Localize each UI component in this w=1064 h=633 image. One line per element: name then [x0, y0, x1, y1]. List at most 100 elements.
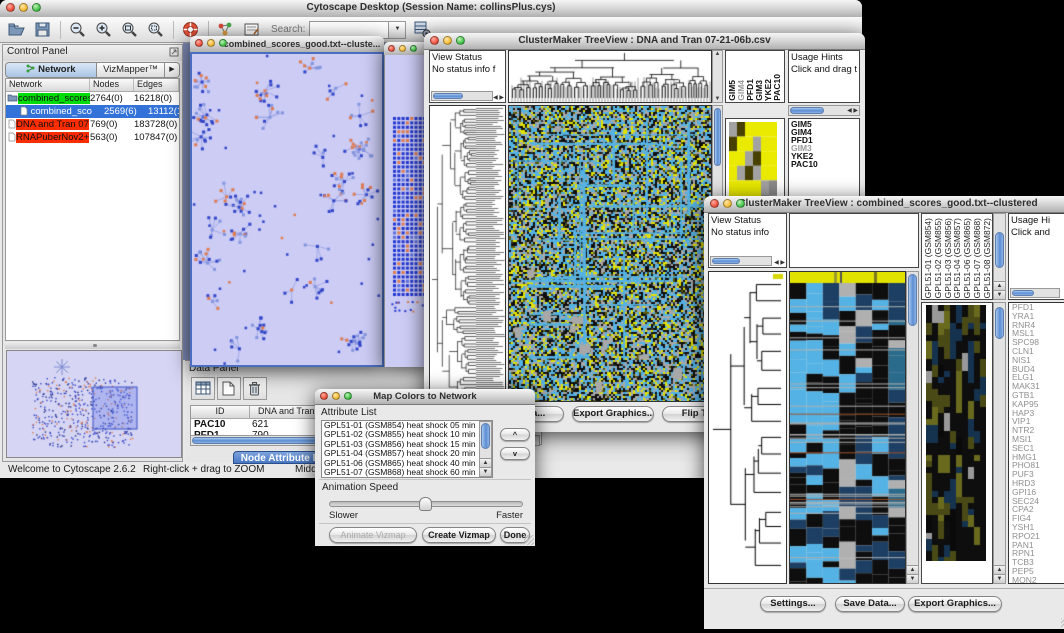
status-zoom-hint: Right-click + drag to ZOOM: [143, 464, 264, 475]
combined-zoom-panel[interactable]: [921, 302, 993, 584]
network-row-selected[interactable]: combined_sco 2569(6) 13112(15): [6, 105, 179, 118]
close-button[interactable]: [320, 392, 328, 400]
close-button[interactable]: [710, 199, 719, 208]
animate-vizmap-button: Animate Vizmap: [329, 527, 417, 543]
network-canvas[interactable]: [192, 54, 382, 365]
network-row[interactable]: combined_scores 2764(0) 16218(0): [6, 92, 179, 105]
column-labels-vscrollbar[interactable]: ▲▼: [993, 213, 1006, 300]
zoom-fit-icon[interactable]: [120, 20, 139, 39]
dna-column-dendrogram[interactable]: [508, 50, 712, 103]
zoom-in-icon[interactable]: [94, 20, 113, 39]
network-overview-canvas[interactable]: [7, 351, 179, 455]
dna-column-labels: GIM5 GIM4 PFD1 GIM3 YKE2 PAC10: [728, 52, 782, 101]
zoom-out-icon[interactable]: [68, 20, 87, 39]
dna-heatmap[interactable]: [508, 105, 712, 402]
view-status-hscrollbar[interactable]: [710, 256, 772, 266]
animation-speed-label: Animation Speed: [322, 482, 398, 493]
col-nodes[interactable]: Nodes: [90, 79, 134, 91]
search-label: Search:: [271, 24, 305, 35]
attribute-list-vscrollbar[interactable]: ▲▼: [479, 421, 492, 477]
close-button[interactable]: [6, 3, 15, 12]
network-overview-panel[interactable]: [6, 350, 182, 458]
combined-column-labels-panel: GPL51-01 (GSM854)GPL51-02 (GSM855)GPL51-…: [921, 213, 993, 300]
tab-overflow-button[interactable]: ▶: [165, 62, 180, 78]
dna-export-graphics-button[interactable]: Export Graphics...: [572, 406, 654, 422]
main-titlebar[interactable]: Cytoscape Desktop (Session Name: collins…: [0, 0, 862, 18]
usage-hints-text: Click and: [1009, 226, 1064, 238]
combined-heatmap[interactable]: [789, 271, 906, 584]
new-attribute-button[interactable]: [217, 377, 241, 400]
network-row[interactable]: DNA and Tran 07 769(0) 183728(0): [6, 118, 179, 131]
col-network[interactable]: Network: [6, 79, 90, 91]
view-status-hscrollbar[interactable]: [431, 91, 493, 101]
attribute-item[interactable]: GPL51-07 (GSM868) heat shock 60 min: [322, 468, 492, 477]
minimize-button[interactable]: [19, 3, 28, 12]
zoom-window-button[interactable]: [344, 392, 352, 400]
map-colors-dialog: Map Colors to Network Attribute List GPL…: [315, 389, 535, 546]
usage-hints-hscrollbar[interactable]: [1010, 288, 1060, 298]
close-button[interactable]: [195, 39, 203, 47]
toolbar-separator: [60, 21, 61, 39]
dna-row-dendrogram[interactable]: [429, 105, 506, 402]
close-button[interactable]: [430, 36, 439, 45]
control-panel-tabs: Network VizMapper™ ▶: [5, 62, 180, 78]
combined-heatmap-vscrollbar[interactable]: ▲▼: [906, 271, 919, 584]
create-vizmap-button[interactable]: Create Vizmap: [422, 527, 496, 543]
zoom-selected-icon[interactable]: [146, 20, 165, 39]
minimize-button[interactable]: [332, 392, 340, 400]
col-edges[interactable]: Edges: [134, 79, 179, 91]
save-data-button[interactable]: Save Data...: [835, 596, 905, 612]
new-document-icon: [222, 381, 235, 396]
settings-button[interactable]: Settings...: [760, 596, 826, 612]
zoom-window-button[interactable]: [736, 199, 745, 208]
slider-thumb[interactable]: [419, 497, 432, 511]
attribute-table-button[interactable]: [191, 377, 215, 400]
minimize-button[interactable]: [443, 36, 452, 45]
treeview-combined-window: ClusterMaker TreeView : combined_scores_…: [704, 196, 1064, 628]
minimize-button[interactable]: [207, 39, 215, 47]
zoom-window-button[interactable]: [456, 36, 465, 45]
move-up-button[interactable]: ^: [500, 428, 530, 441]
export-graphics-button[interactable]: Export Graphics...: [908, 596, 1002, 612]
scroll-arrows[interactable]: ◀ ▶: [493, 94, 504, 101]
document-icon: [8, 132, 16, 142]
treeview-dna-titlebar[interactable]: ClusterMaker TreeView : DNA and Tran 07-…: [424, 33, 865, 50]
move-down-button[interactable]: v: [500, 447, 530, 460]
map-colors-titlebar[interactable]: Map Colors to Network: [315, 389, 535, 405]
minimize-button[interactable]: [399, 45, 406, 52]
dendrogram-scroll-strip[interactable]: ▲ ▼: [712, 50, 723, 103]
float-panel-icon[interactable]: [169, 47, 179, 57]
minimize-button[interactable]: [723, 199, 732, 208]
tab-network[interactable]: Network: [5, 62, 97, 78]
attribute-list: GPL51-01 (GSM854) heat shock 05 minGPL51…: [321, 420, 493, 478]
network-view-titlebar[interactable]: combined_scores_good.txt--cluste...: [190, 36, 384, 53]
gene-label[interactable]: MON2: [1009, 576, 1064, 584]
resize-grip[interactable]: [524, 535, 534, 545]
tab-vizmapper[interactable]: VizMapper™: [97, 62, 165, 78]
scroll-arrows[interactable]: ◀ ▶: [774, 259, 785, 266]
network-viewport[interactable]: [190, 52, 384, 367]
panel-splitter[interactable]: [5, 342, 180, 349]
divider: [319, 479, 531, 480]
close-button[interactable]: [388, 45, 395, 52]
combined-row-dendrogram[interactable]: [708, 271, 787, 584]
network-row[interactable]: RNAPuberNov2+ 563(0) 107847(0): [6, 131, 179, 144]
combined-zoom-matrix[interactable]: [926, 305, 986, 561]
gene-list-vscrollbar[interactable]: ▲▼: [993, 302, 1006, 584]
search-dropdown-button[interactable]: ▼: [389, 21, 406, 39]
document-icon: [8, 119, 16, 129]
control-panel-title: Control Panel: [7, 46, 68, 57]
id-column-header[interactable]: ID: [191, 406, 250, 418]
treeview-dna-title: ClusterMaker TreeView : DNA and Tran 07-…: [424, 33, 865, 49]
save-session-icon[interactable]: [33, 20, 52, 39]
zoom-window-button[interactable]: [219, 39, 227, 47]
zoom-window-button[interactable]: [32, 3, 41, 12]
open-session-icon[interactable]: [7, 20, 26, 39]
folder-icon: [7, 93, 18, 102]
zoom-window-button[interactable]: [410, 45, 417, 52]
delete-attribute-button[interactable]: [243, 377, 267, 400]
treeview-combined-titlebar[interactable]: ClusterMaker TreeView : combined_scores_…: [704, 196, 1064, 213]
animation-speed-slider[interactable]: [329, 501, 523, 507]
dna-zoom-hscrollbar[interactable]: ◀ ▶: [788, 105, 860, 116]
combined-column-dendrogram[interactable]: [789, 213, 919, 268]
